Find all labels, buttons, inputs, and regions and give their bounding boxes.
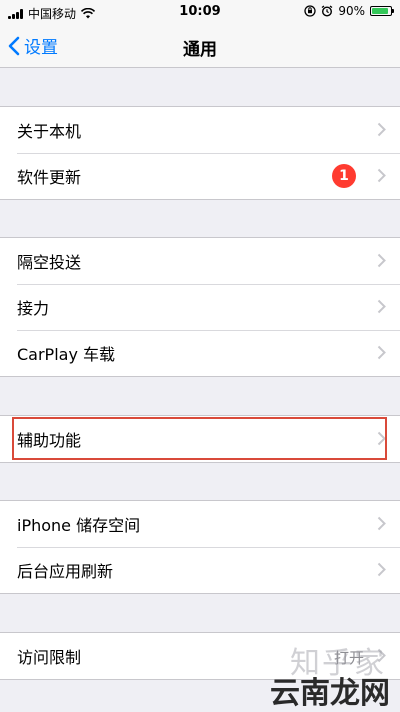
settings-group-2: 隔空投送 接力 CarPlay 车载 [0,237,400,377]
row-carplay[interactable]: CarPlay 车载 [0,330,400,376]
row-accessibility[interactable]: 辅助功能 [0,416,400,462]
battery-fill [372,8,389,14]
chevron-right-icon [377,168,386,183]
settings-group-3: 辅助功能 [0,415,400,463]
navigation-bar: 设置 通用 [0,24,400,68]
status-bar: 中国移动 10:09 90% [0,0,400,24]
row-label: 软件更新 [17,168,82,187]
row-label: 访问限制 [17,648,82,667]
chevron-right-icon [377,516,386,531]
row-label: 后台应用刷新 [17,562,114,581]
chevron-right-icon [377,345,386,360]
row-handoff[interactable]: 接力 [0,284,400,330]
chevron-right-icon [377,253,386,268]
row-background-refresh[interactable]: 后台应用刷新 [0,547,400,593]
settings-group-4: iPhone 储存空间 后台应用刷新 [0,500,400,594]
row-about[interactable]: 关于本机 [0,107,400,153]
row-label: 隔空投送 [17,253,82,272]
row-label: CarPlay 车载 [17,345,116,364]
alarm-icon [321,5,333,17]
battery-icon [370,6,394,16]
page-title: 通用 [183,40,217,60]
watermark-logo-text: 云南龙网 [270,676,390,711]
settings-group-1: 关于本机 软件更新 1 [0,106,400,200]
notification-badge: 1 [332,164,356,188]
battery-percent: 90% [338,4,365,18]
chevron-right-icon [377,431,386,446]
row-label: 辅助功能 [17,431,82,450]
orientation-lock-icon [304,5,316,17]
row-airdrop[interactable]: 隔空投送 [0,238,400,284]
chevron-right-icon [377,562,386,577]
chevron-right-icon [377,299,386,314]
row-label: iPhone 储存空间 [17,516,141,535]
chevron-right-icon [377,122,386,137]
row-software-update[interactable]: 软件更新 1 [0,153,400,199]
status-right: 90% [304,4,394,18]
row-label: 接力 [17,299,50,318]
row-label: 关于本机 [17,122,82,141]
row-iphone-storage[interactable]: iPhone 储存空间 [0,501,400,547]
